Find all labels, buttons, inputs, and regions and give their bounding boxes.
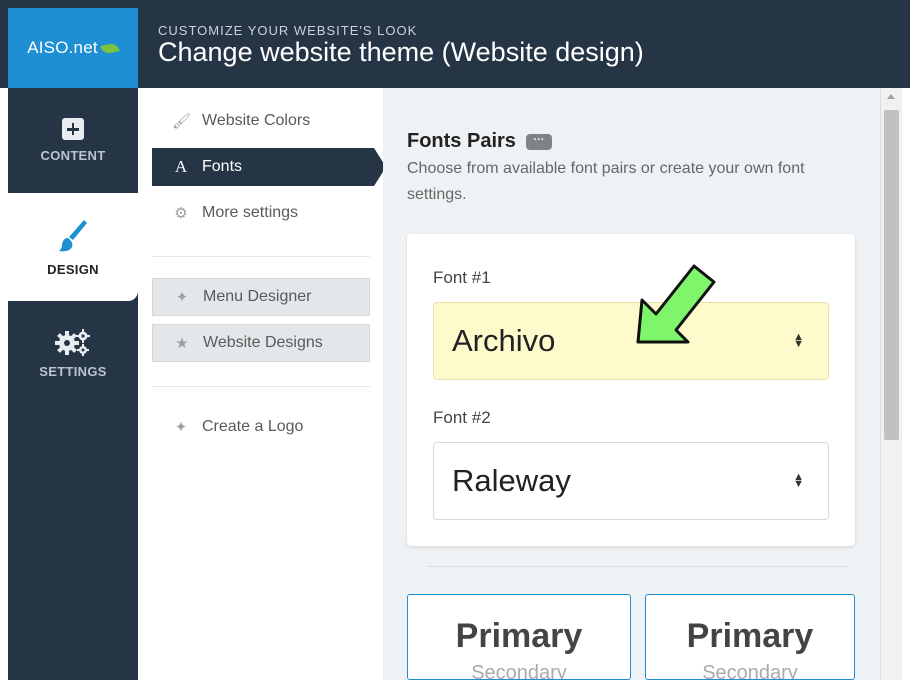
design-subnav: 🖌 Website Colors A Fonts ⚙ More settings…	[138, 88, 386, 680]
subnav-more-settings[interactable]: ⚙ More settings	[152, 194, 370, 232]
subnav-label: Website Designs	[203, 334, 323, 351]
subnav-menu-designer[interactable]: ✦ Menu Designer	[152, 278, 370, 316]
subnav-label: Menu Designer	[203, 288, 312, 305]
divider	[427, 566, 847, 567]
more-options-button[interactable]: ···	[525, 133, 552, 150]
font2-value: Raleway	[452, 463, 571, 498]
pair-primary: Primary	[455, 617, 583, 655]
green-arrow-annotation-icon	[636, 264, 716, 344]
subnav-label: Create a Logo	[202, 418, 304, 435]
pair-secondary: Secondary	[471, 662, 567, 680]
font-pair-card[interactable]: Primary Secondary	[407, 594, 631, 680]
font2-label: Font #2	[433, 408, 491, 427]
subnav-label: Website Colors	[202, 112, 311, 129]
subnav-website-colors[interactable]: 🖌 Website Colors	[152, 102, 370, 140]
scroll-up-icon[interactable]	[887, 94, 895, 99]
gears-icon: ⚙	[174, 205, 188, 222]
subnav-fonts[interactable]: A Fonts	[152, 148, 386, 186]
font-icon: A	[174, 157, 188, 176]
star-icon: ★	[175, 335, 189, 352]
font2-select[interactable]: Raleway ▲ ▼	[433, 442, 829, 520]
vertical-scrollbar[interactable]	[880, 88, 902, 680]
plus-square-icon	[62, 118, 84, 140]
select-arrows-icon: ▲ ▼	[793, 471, 804, 490]
subnav-label: Fonts	[202, 158, 243, 175]
leaf-icon	[100, 41, 120, 55]
section-title-row: Fonts Pairs ···	[407, 130, 552, 153]
subnav-create-logo[interactable]: ✦ Create a Logo	[152, 408, 370, 446]
subnav-website-designs[interactable]: ★ Website Designs	[152, 324, 370, 362]
font-pair-card[interactable]: Primary Secondary	[645, 594, 855, 680]
fonts-panel: Fonts Pairs ··· Choose from available fo…	[383, 88, 880, 680]
sidebar-item-design[interactable]: DESIGN	[8, 193, 138, 301]
pair-secondary: Secondary	[702, 662, 798, 680]
top-header: AISO.net CUSTOMIZE YOUR WEBSITE'S LOOK C…	[0, 0, 910, 88]
font1-label: Font #1	[433, 268, 491, 287]
pair-primary: Primary	[686, 617, 814, 655]
magic-wand-icon: ✦	[174, 419, 188, 436]
page-subtitle: CUSTOMIZE YOUR WEBSITE'S LOOK	[158, 23, 418, 38]
divider	[152, 386, 370, 387]
section-title: Fonts Pairs	[407, 130, 516, 152]
magic-wand-icon: ✦	[175, 289, 189, 306]
section-description: Choose from available font pairs or crea…	[407, 160, 805, 203]
subnav-label: More settings	[202, 204, 299, 221]
scroll-thumb[interactable]	[884, 110, 899, 440]
gears-icon	[55, 329, 90, 356]
sidebar-item-label: SETTINGS	[39, 364, 107, 379]
paintbrush-icon	[59, 219, 87, 251]
sidebar-item-content[interactable]: CONTENT	[8, 88, 138, 193]
select-arrows-icon: ▲ ▼	[793, 331, 804, 350]
font1-value: Archivo	[452, 323, 556, 358]
divider	[152, 256, 370, 257]
main-sidebar: CONTENT DESIGN SETTINGS	[8, 88, 138, 680]
sidebar-item-settings[interactable]: SETTINGS	[8, 301, 138, 406]
brush-icon: 🖌	[172, 113, 192, 130]
sidebar-item-label: CONTENT	[40, 148, 106, 163]
page-title: Change website theme (Website design)	[158, 37, 644, 67]
brand-logo[interactable]: AISO.net	[8, 8, 138, 88]
logo-text: AISO.net	[27, 38, 98, 57]
sidebar-item-label: DESIGN	[47, 261, 99, 277]
